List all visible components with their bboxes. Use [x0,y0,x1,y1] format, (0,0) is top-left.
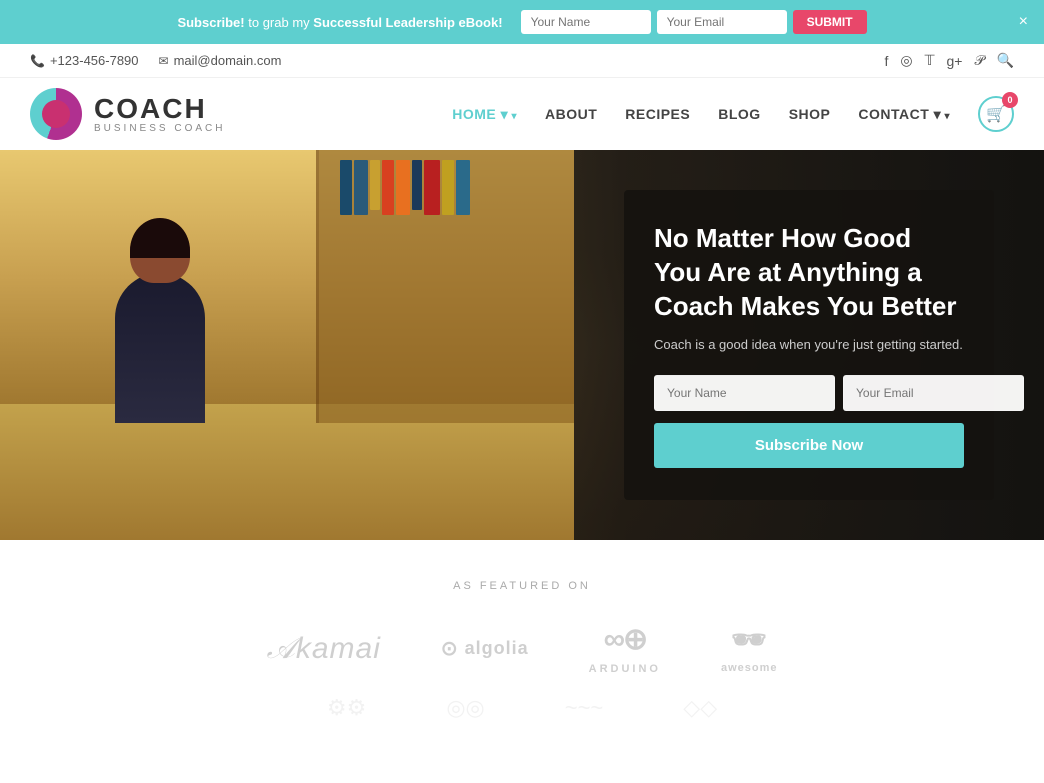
partial-logo-3: ~~~ [565,695,604,721]
instagram-link[interactable]: ◎ [900,52,912,69]
facebook-link[interactable]: f [884,53,888,69]
phone-number: +123-456-7890 [50,53,139,68]
algolia-logo: ⊙ algolia [441,636,529,661]
brand-name: COACH [94,95,225,123]
bookshelf [340,160,570,386]
phone-contact: +123-456-7890 [30,53,139,68]
featured-section: AS FEATURED ON 𝒜kamai ⊙ algolia ∞⊕ ARDUI… [0,540,1044,741]
featured-logos: 𝒜kamai ⊙ algolia ∞⊕ ARDUINO 🕶 awesome [20,622,1024,675]
contact-bar: +123-456-7890 mail@domain.com f ◎ 𝕋 g+ 𝒫… [0,44,1044,78]
social-links: f ◎ 𝕋 g+ 𝒫 🔍 [884,52,1014,69]
contact-info: +123-456-7890 mail@domain.com [30,53,281,68]
banner-highlight: Subscribe! [177,15,244,30]
partial-logo-2: ◎◎ [446,695,484,721]
main-header: COACH BUSINESS COACH HOME ▾ ABOUT RECIPE… [0,78,1044,150]
nav-shop[interactable]: SHOP [789,106,831,122]
logo-area: COACH BUSINESS COACH [30,88,225,140]
nav-home[interactable]: HOME ▾ [452,106,517,123]
twitter-link[interactable]: 𝕋 [925,52,935,69]
banner-text: Subscribe! to grab my Successful Leaders… [177,15,502,30]
hero-subscribe-button[interactable]: Subscribe Now [654,423,964,468]
mail-icon [159,54,169,68]
nav-recipes[interactable]: RECIPES [625,106,690,122]
banner-ebook: Successful Leadership eBook! [313,15,502,30]
partial-logo-4: ◇◇ [683,695,717,721]
hero-name-input[interactable] [654,375,835,411]
arduino-logo: ∞⊕ ARDUINO [589,622,661,675]
cart-badge: 0 [1002,92,1018,108]
search-link[interactable]: 🔍 [997,52,1014,69]
banner-submit-button[interactable]: SUBMIT [793,10,867,34]
hero-subtext: Coach is a good idea when you're just ge… [654,335,964,355]
banner-email-input[interactable] [657,10,787,34]
nav-contact[interactable]: CONTACT ▾ [858,106,950,123]
logo-text: COACH BUSINESS COACH [94,95,225,134]
featured-logos-row2: ⚙⚙ ◎◎ ~~~ ◇◇ [20,695,1024,721]
email-address: mail@domain.com [174,53,282,68]
banner-name-input[interactable] [521,10,651,34]
akamai-logo: 𝒜kamai [266,632,380,666]
nav-about[interactable]: ABOUT [545,106,597,122]
phone-icon [30,54,45,68]
banner-close-button[interactable]: × [1019,13,1028,31]
top-banner: Subscribe! to grab my Successful Leaders… [0,0,1044,44]
nav-blog[interactable]: BLOG [718,106,760,122]
hero-section: No Matter How Good You Are at Anything a… [0,150,1044,540]
pinterest-link[interactable]: 𝒫 [974,52,984,69]
hero-content-box: No Matter How Good You Are at Anything a… [624,190,994,500]
hero-form [654,375,964,411]
googleplus-link[interactable]: g+ [946,53,962,69]
partial-logo-1: ⚙⚙ [327,695,366,721]
awesome-logo: 🕶 awesome [721,623,778,674]
hero-heading: No Matter How Good You Are at Anything a… [654,222,964,323]
featured-label: AS FEATURED ON [20,580,1024,592]
person-figure [115,273,205,423]
main-nav: HOME ▾ ABOUT RECIPES BLOG SHOP CONTACT ▾… [452,96,1014,132]
cart-icon[interactable]: 🛒 0 [978,96,1014,132]
logo-icon [30,88,82,140]
banner-form: SUBMIT [521,10,867,34]
hero-image [0,150,574,540]
brand-sub: BUSINESS COACH [94,123,225,134]
email-contact: mail@domain.com [159,53,282,68]
hero-email-input[interactable] [843,375,1024,411]
